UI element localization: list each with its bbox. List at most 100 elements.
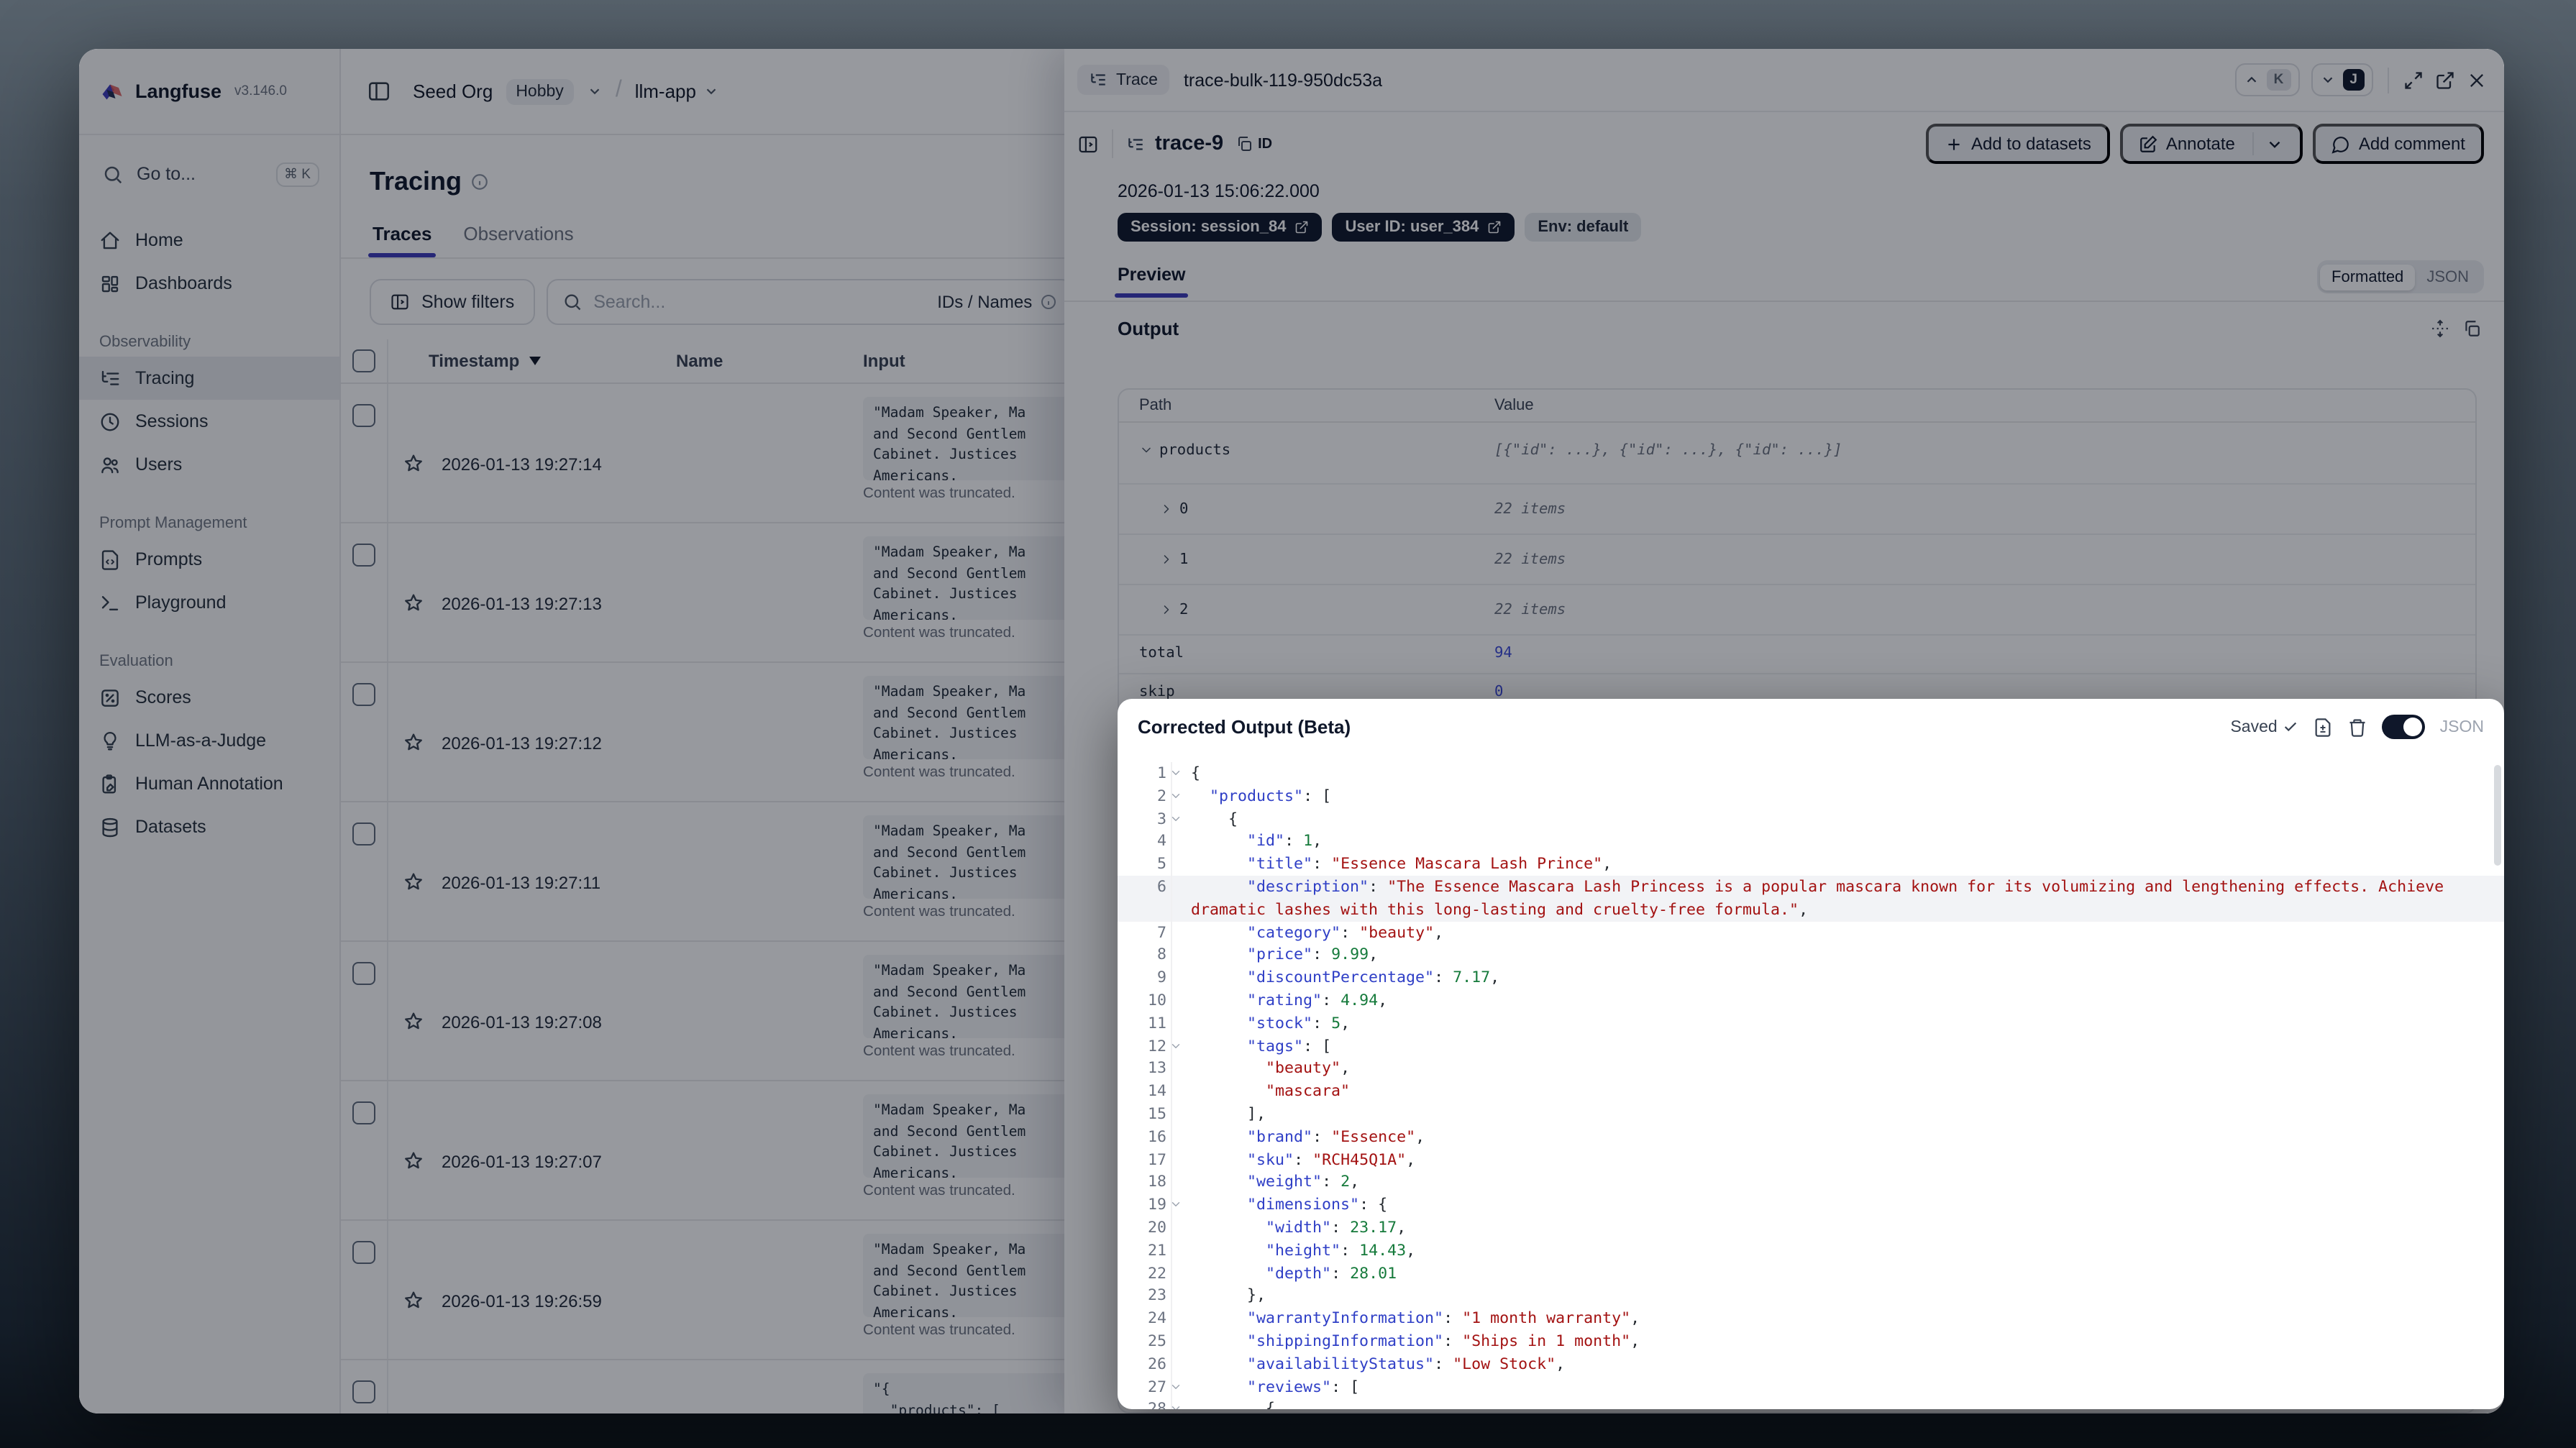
line-number: 20 (1118, 1216, 1172, 1239)
code-content: "beauty", (1266, 1058, 1351, 1078)
code-line: 3 { (1118, 807, 2504, 830)
check-icon (2283, 719, 2299, 735)
code-content: "stock": 5, (1247, 1013, 1351, 1032)
code-content: "height": 14.43, (1266, 1240, 1416, 1260)
code-content: "id": 1, (1247, 831, 1323, 851)
line-number: 21 (1118, 1239, 1172, 1263)
json-view-toggle[interactable] (2382, 715, 2426, 739)
line-number: 11 (1118, 1012, 1172, 1035)
fold-chevron-icon[interactable] (1169, 766, 1182, 779)
line-number: 9 (1118, 966, 1172, 989)
code-content: { (1191, 1399, 1276, 1409)
code-content: "brand": "Essence", (1247, 1127, 1425, 1146)
line-number: 26 (1118, 1352, 1172, 1376)
code-line: 28 { (1118, 1398, 2504, 1409)
code-content: "availabilityStatus": "Low Stock", (1247, 1354, 1566, 1373)
corrected-output-card: Corrected Output (Beta) Saved JSON 1{2 "… (1118, 699, 2504, 1409)
line-number: 19 (1118, 1193, 1180, 1216)
line-number: 17 (1118, 1148, 1172, 1171)
code-line: 1{ (1118, 762, 2504, 785)
corrected-output-editor[interactable]: 1{2 "products": [3 {4 "id": 1, 5 "title":… (1118, 762, 2504, 1409)
fold-chevron-icon[interactable] (1169, 789, 1182, 802)
code-content: "dimensions": { (1247, 1195, 1388, 1214)
code-line: 20 "width": 23.17, (1118, 1216, 2504, 1239)
code-line: 26 "availabilityStatus": "Low Stock", (1118, 1352, 2504, 1376)
line-number: 8 (1118, 943, 1172, 967)
code-line: 13 "beauty", (1118, 1057, 2504, 1081)
code-line: 23 }, (1118, 1284, 2504, 1308)
code-content: "width": 23.17, (1266, 1217, 1407, 1237)
code-line: 9 "discountPercentage": 7.17, (1118, 966, 2504, 989)
code-content: { (1191, 809, 1238, 828)
langfuse-app-window: Langfuse v3.146.0 Go to... ⌘ K Home Dashb… (79, 49, 2504, 1413)
fold-chevron-icon[interactable] (1169, 1403, 1182, 1409)
code-line: 22 "depth": 28.01 (1118, 1262, 2504, 1285)
line-number: 16 (1118, 1125, 1172, 1149)
code-line: 19 "dimensions": { (1118, 1193, 2504, 1216)
code-line: 25 "shippingInformation": "Ships in 1 mo… (1118, 1329, 2504, 1353)
code-content: "discountPercentage": 7.17, (1247, 968, 1500, 987)
line-number: 28 (1118, 1398, 1180, 1409)
fold-chevron-icon[interactable] (1169, 1198, 1182, 1211)
code-line: 27 "reviews": [ (1118, 1375, 2504, 1398)
file-diff-icon[interactable] (2314, 717, 2334, 737)
line-number: 10 (1118, 989, 1172, 1012)
line-number: 2 (1118, 784, 1180, 808)
json-toggle-label: JSON (2439, 718, 2484, 736)
code-content: "mascara" (1266, 1081, 1351, 1101)
code-content: ], (1191, 1104, 1266, 1123)
code-line: 6 "description": "The Essence Mascara La… (1118, 875, 2504, 922)
code-line: 5 "title": "Essence Mascara Lash Prince"… (1118, 853, 2504, 876)
code-line: 11 "stock": 5, (1118, 1012, 2504, 1035)
code-line: 14 "mascara" (1118, 1080, 2504, 1103)
line-number: 5 (1118, 853, 1172, 876)
code-line: 4 "id": 1, (1118, 830, 2504, 853)
corrected-output-title: Corrected Output (Beta) (1138, 716, 1351, 738)
line-number: 14 (1118, 1080, 1172, 1103)
code-content: "reviews": [ (1247, 1377, 1360, 1396)
fold-chevron-icon[interactable] (1169, 812, 1182, 825)
code-line: 24 "warrantyInformation": "1 month warra… (1118, 1307, 2504, 1330)
desktop: Langfuse v3.146.0 Go to... ⌘ K Home Dashb… (0, 0, 2576, 1448)
code-content: "description": "The Essence Mascara Lash… (1191, 876, 2454, 919)
code-content: "price": 9.99, (1247, 945, 1379, 964)
code-content: "sku": "RCH45Q1A", (1247, 1150, 1416, 1169)
code-content: "weight": 2, (1247, 1172, 1360, 1191)
line-number: 24 (1118, 1307, 1172, 1330)
code-line: 2 "products": [ (1118, 784, 2504, 808)
code-line: 10 "rating": 4.94, (1118, 989, 2504, 1012)
line-number: 25 (1118, 1329, 1172, 1353)
line-number: 15 (1118, 1102, 1172, 1126)
code-line: 18 "weight": 2, (1118, 1170, 2504, 1194)
saved-status: Saved (2230, 718, 2298, 736)
code-content: "tags": [ (1247, 1036, 1332, 1055)
code-line: 15 ], (1118, 1102, 2504, 1126)
code-line: 8 "price": 9.99, (1118, 943, 2504, 967)
code-line: 17 "sku": "RCH45Q1A", (1118, 1148, 2504, 1171)
line-number: 3 (1118, 807, 1180, 830)
line-number: 4 (1118, 830, 1172, 853)
fold-chevron-icon[interactable] (1169, 1039, 1182, 1052)
line-number: 22 (1118, 1262, 1172, 1285)
line-number: 23 (1118, 1284, 1172, 1308)
code-content: "products": [ (1210, 786, 1332, 805)
code-content: "rating": 4.94, (1247, 990, 1388, 1009)
code-content: "title": "Essence Mascara Lash Prince", (1247, 854, 1612, 874)
editor-scrollbar[interactable] (2494, 765, 2501, 866)
code-line: 21 "height": 14.43, (1118, 1239, 2504, 1263)
code-content: "warrantyInformation": "1 month warranty… (1247, 1309, 1640, 1328)
line-number: 1 (1118, 762, 1180, 785)
code-content: "depth": 28.01 (1266, 1263, 1397, 1283)
code-content: { (1191, 764, 1201, 782)
code-line: 12 "tags": [ (1118, 1035, 2504, 1058)
fold-chevron-icon[interactable] (1169, 1380, 1182, 1393)
code-content: }, (1191, 1286, 1266, 1305)
code-line: 7 "category": "beauty", (1118, 921, 2504, 944)
line-number: 6 (1118, 875, 1172, 922)
code-content: "category": "beauty", (1247, 922, 1444, 942)
line-number: 18 (1118, 1170, 1172, 1194)
line-number: 27 (1118, 1375, 1180, 1398)
trash-icon[interactable] (2348, 717, 2368, 737)
code-content: "shippingInformation": "Ships in 1 month… (1247, 1331, 1640, 1350)
line-number: 7 (1118, 921, 1172, 944)
